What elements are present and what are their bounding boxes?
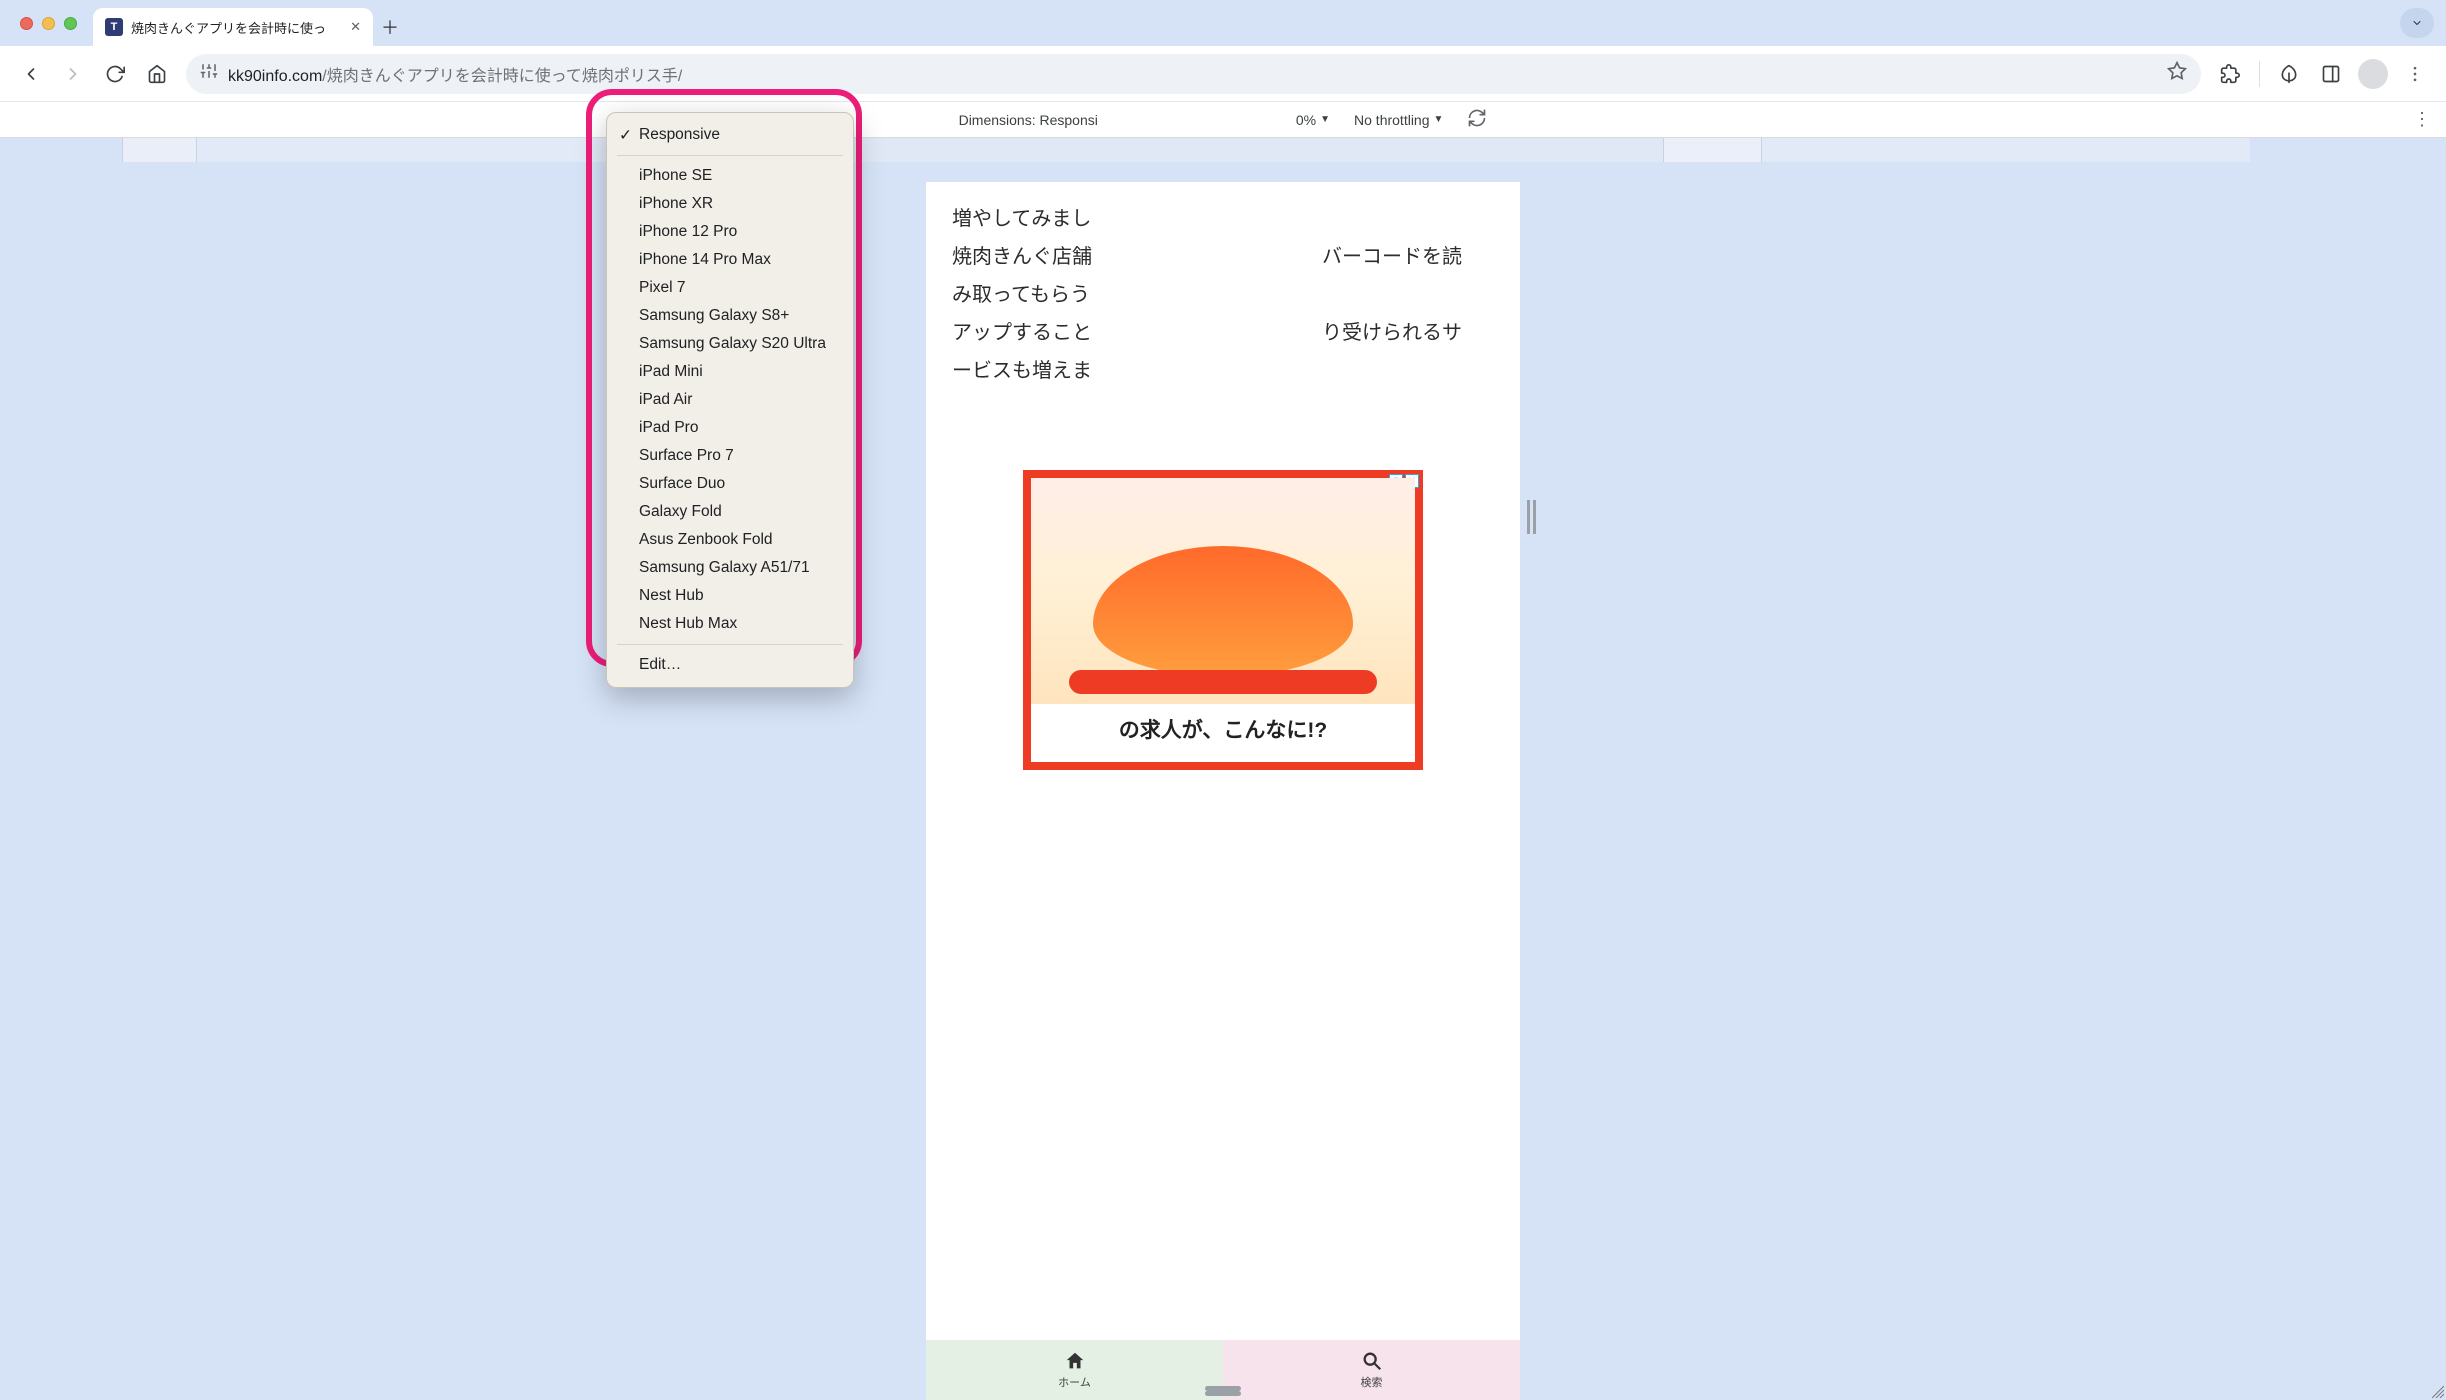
viewport-stage: 増やしてみまし 焼肉きんぐ店舗バーコードを読 み取ってもらう アップすることり受…	[0, 162, 2446, 1400]
device-menu-item[interactable]: iPhone 12 Pro	[607, 218, 853, 246]
device-menu-item[interactable]: Nest Hub	[607, 582, 853, 610]
chevron-down-icon	[2411, 17, 2423, 29]
device-menu-item[interactable]: Nest Hub Max	[607, 610, 853, 638]
device-menu-item[interactable]: iPad Pro	[607, 414, 853, 442]
device-menu-item[interactable]: iPad Air	[607, 386, 853, 414]
emulated-page: 増やしてみまし 焼肉きんぐ店舗バーコードを読 み取ってもらう アップすることり受…	[926, 182, 1520, 1400]
zoom-picker[interactable]: 0% ▼	[1296, 112, 1330, 128]
favicon-icon: T	[105, 18, 123, 36]
device-menu: Responsive iPhone SEiPhone XRiPhone 12 P…	[606, 112, 854, 688]
device-toolbar-menu[interactable]: ⋮	[2413, 109, 2432, 130]
ad-image	[1031, 478, 1415, 704]
kebab-menu-button[interactable]	[2396, 55, 2434, 93]
device-menu-item[interactable]: Samsung Galaxy A51/71	[607, 554, 853, 582]
sidepanel-button[interactable]	[2312, 55, 2350, 93]
device-menu-item[interactable]: iPhone XR	[607, 190, 853, 218]
device-menu-item[interactable]: Pixel 7	[607, 274, 853, 302]
site-settings-icon[interactable]	[200, 62, 218, 85]
bookmark-button[interactable]	[2167, 61, 2187, 86]
resize-handle[interactable]	[1527, 500, 1536, 534]
device-menu-item[interactable]: Galaxy Fold	[607, 498, 853, 526]
device-menu-item[interactable]: iPhone SE	[607, 162, 853, 190]
body-text: 増やしてみまし 焼肉きんぐ店舗バーコードを読 み取ってもらう アップすることり受…	[926, 182, 1520, 390]
ad-tagline: の求人が、こんなに!?	[1119, 714, 1327, 744]
home-button[interactable]	[138, 55, 176, 93]
menu-separator	[617, 644, 843, 645]
device-menu-edit[interactable]: Edit…	[607, 651, 853, 679]
new-tab-button[interactable]: ＋	[373, 8, 407, 46]
browser-chrome: T 焼肉きんぐアプリを会計時に使っ ✕ ＋ kk90info.com/焼肉きんぐ…	[0, 0, 2446, 102]
device-menu-item[interactable]: Surface Duo	[607, 470, 853, 498]
extensions-button[interactable]	[2211, 55, 2249, 93]
device-menu-item-responsive[interactable]: Responsive	[607, 121, 853, 149]
forward-button[interactable]	[54, 55, 92, 93]
search-icon	[1361, 1350, 1383, 1372]
device-menu-item[interactable]: Samsung Galaxy S20 Ultra	[607, 330, 853, 358]
device-toolbar: Dimensions: Responsi 0% ▼ No throttling …	[0, 102, 2446, 138]
address-bar[interactable]: kk90info.com/焼肉きんぐアプリを会計時に使って焼肉ポリス手/	[186, 54, 2201, 94]
toolbar-separator	[2259, 61, 2260, 87]
rotate-button[interactable]	[1467, 108, 1487, 131]
leaf-icon[interactable]	[2270, 55, 2308, 93]
window-resize-grip[interactable]	[2428, 1382, 2444, 1398]
window-controls	[6, 0, 93, 46]
maximize-window-icon[interactable]	[64, 17, 77, 30]
ruler	[0, 138, 2446, 162]
device-menu-item[interactable]: iPad Mini	[607, 358, 853, 386]
url-text: kk90info.com/焼肉きんぐアプリを会計時に使って焼肉ポリス手/	[228, 62, 682, 86]
close-tab-icon[interactable]: ✕	[350, 19, 361, 35]
drawer-handle[interactable]	[1205, 1391, 1241, 1396]
bottom-nav-home-label: ホーム	[1058, 1374, 1091, 1390]
bottom-nav-home[interactable]: ホーム	[926, 1340, 1223, 1400]
back-button[interactable]	[12, 55, 50, 93]
dimensions-picker[interactable]: Dimensions: Responsi	[959, 112, 1098, 128]
browser-toolbar: kk90info.com/焼肉きんぐアプリを会計時に使って焼肉ポリス手/	[0, 46, 2446, 102]
ad-banner[interactable]: ⓘ✕ の求人が、こんなに!?	[1023, 470, 1423, 770]
tab-strip: T 焼肉きんぐアプリを会計時に使っ ✕ ＋	[0, 0, 2446, 46]
minimize-window-icon[interactable]	[42, 17, 55, 30]
browser-tab[interactable]: T 焼肉きんぐアプリを会計時に使っ ✕	[93, 8, 373, 46]
home-icon	[1064, 1350, 1086, 1372]
device-menu-item[interactable]: iPhone 14 Pro Max	[607, 246, 853, 274]
reload-button[interactable]	[96, 55, 134, 93]
close-window-icon[interactable]	[20, 17, 33, 30]
tab-title: 焼肉きんぐアプリを会計時に使っ	[131, 18, 342, 37]
device-menu-item[interactable]: Samsung Galaxy S8+	[607, 302, 853, 330]
throttling-picker[interactable]: No throttling ▼	[1354, 112, 1443, 128]
bottom-nav-search[interactable]: 検索	[1223, 1340, 1520, 1400]
device-menu-item[interactable]: Asus Zenbook Fold	[607, 526, 853, 554]
menu-separator	[617, 155, 843, 156]
tab-overflow-button[interactable]	[2400, 8, 2434, 38]
profile-avatar[interactable]	[2358, 59, 2388, 89]
device-menu-item[interactable]: Surface Pro 7	[607, 442, 853, 470]
bottom-nav-search-label: 検索	[1361, 1374, 1383, 1390]
